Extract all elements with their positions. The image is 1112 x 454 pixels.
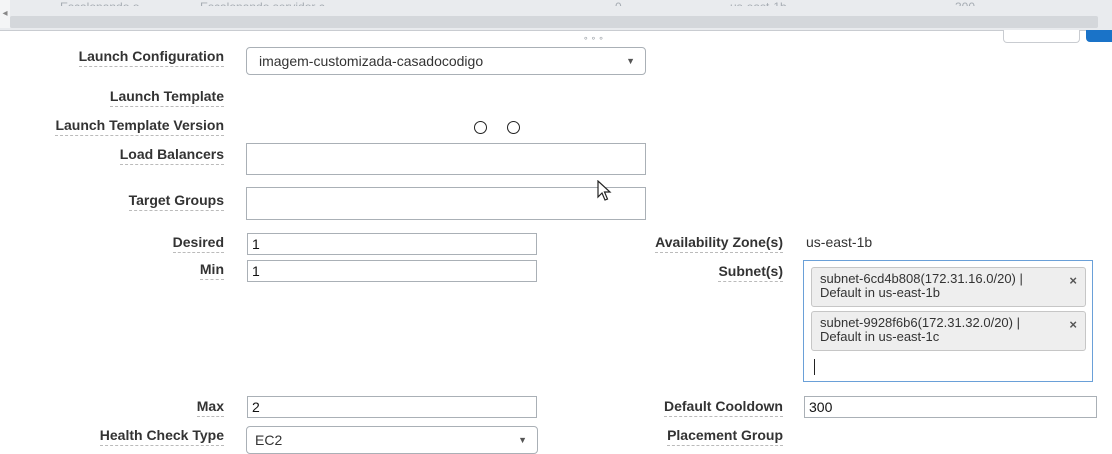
desired-input[interactable]: 1 (247, 233, 537, 255)
remove-icon[interactable]: × (1069, 274, 1077, 288)
target-groups-label: Target Groups (128, 192, 224, 211)
horizontal-scrollbar[interactable] (10, 16, 1098, 28)
load-balancers-input[interactable] (246, 143, 646, 175)
min-input[interactable]: 1 (247, 260, 537, 282)
subnet-chip-line2: Default in us-east-1c (820, 329, 940, 344)
radio-icon[interactable] (507, 121, 520, 134)
ghost-cell: Escalonando o... (60, 0, 149, 6)
subnet-chip: subnet-6cd4b808(172.31.16.0/20) | Defaul… (811, 267, 1086, 307)
panel-button[interactable] (1003, 30, 1080, 43)
caret-down-icon: ▼ (518, 435, 527, 445)
scroll-left-arrow-icon[interactable]: ◂ (0, 0, 10, 28)
health-check-type-select[interactable]: EC2 ▼ (246, 426, 538, 454)
subnet-chip-line1: subnet-9928f6b6(172.31.32.0/20) | (820, 315, 1020, 330)
mouse-cursor-icon (597, 180, 612, 201)
ghost-cell: Escalonando servidor c... (200, 0, 335, 6)
subnet-chip: subnet-9928f6b6(172.31.32.0/20) | Defaul… (811, 311, 1086, 351)
caret-down-icon: ▼ (626, 56, 635, 66)
health-check-type-label: Health Check Type (99, 427, 224, 446)
subnets-label: Subnet(s) (718, 263, 783, 282)
launch-template-version-label: Launch Template Version (55, 117, 224, 136)
launch-configuration-label: Launch Configuration (78, 48, 224, 67)
resize-handle-icon[interactable]: ∘∘∘ (583, 33, 606, 44)
placement-group-label: Placement Group (667, 427, 783, 446)
subnet-chip-line1: subnet-6cd4b808(172.31.16.0/20) | (820, 271, 1023, 286)
subnet-chip-line2: Default in us-east-1b (820, 285, 940, 300)
default-cooldown-input[interactable]: 300 (804, 396, 1097, 418)
availability-zones-value: us-east-1b (806, 234, 873, 250)
load-balancers-label: Load Balancers (119, 146, 224, 165)
health-check-type-value: EC2 (255, 432, 283, 448)
ghost-cell: 0 (615, 0, 622, 6)
target-groups-input[interactable] (246, 187, 646, 220)
text-caret (814, 359, 815, 375)
remove-icon[interactable]: × (1069, 318, 1077, 332)
ghost-cell: us-east-1b (730, 0, 787, 6)
availability-zones-label: Availability Zone(s) (655, 234, 783, 253)
subnets-multiselect[interactable]: subnet-6cd4b808(172.31.16.0/20) | Defaul… (803, 260, 1093, 382)
launch-configuration-select[interactable]: imagem-customizada-casadocodigo ▼ (246, 47, 646, 75)
min-label: Min (199, 261, 224, 280)
default-cooldown-label: Default Cooldown (664, 398, 783, 417)
max-label: Max (196, 398, 224, 417)
launch-configuration-value: imagem-customizada-casadocodigo (259, 53, 484, 69)
launch-template-label: Launch Template (109, 88, 224, 107)
desired-label: Desired (172, 234, 224, 253)
ghost-cell: 300 (955, 0, 975, 6)
panel-primary-button[interactable] (1086, 30, 1112, 42)
max-input[interactable]: 2 (247, 396, 537, 418)
grid-row-strip: Escalonando o... Escalonando servidor c.… (0, 0, 1112, 31)
radio-icon[interactable] (474, 121, 487, 134)
